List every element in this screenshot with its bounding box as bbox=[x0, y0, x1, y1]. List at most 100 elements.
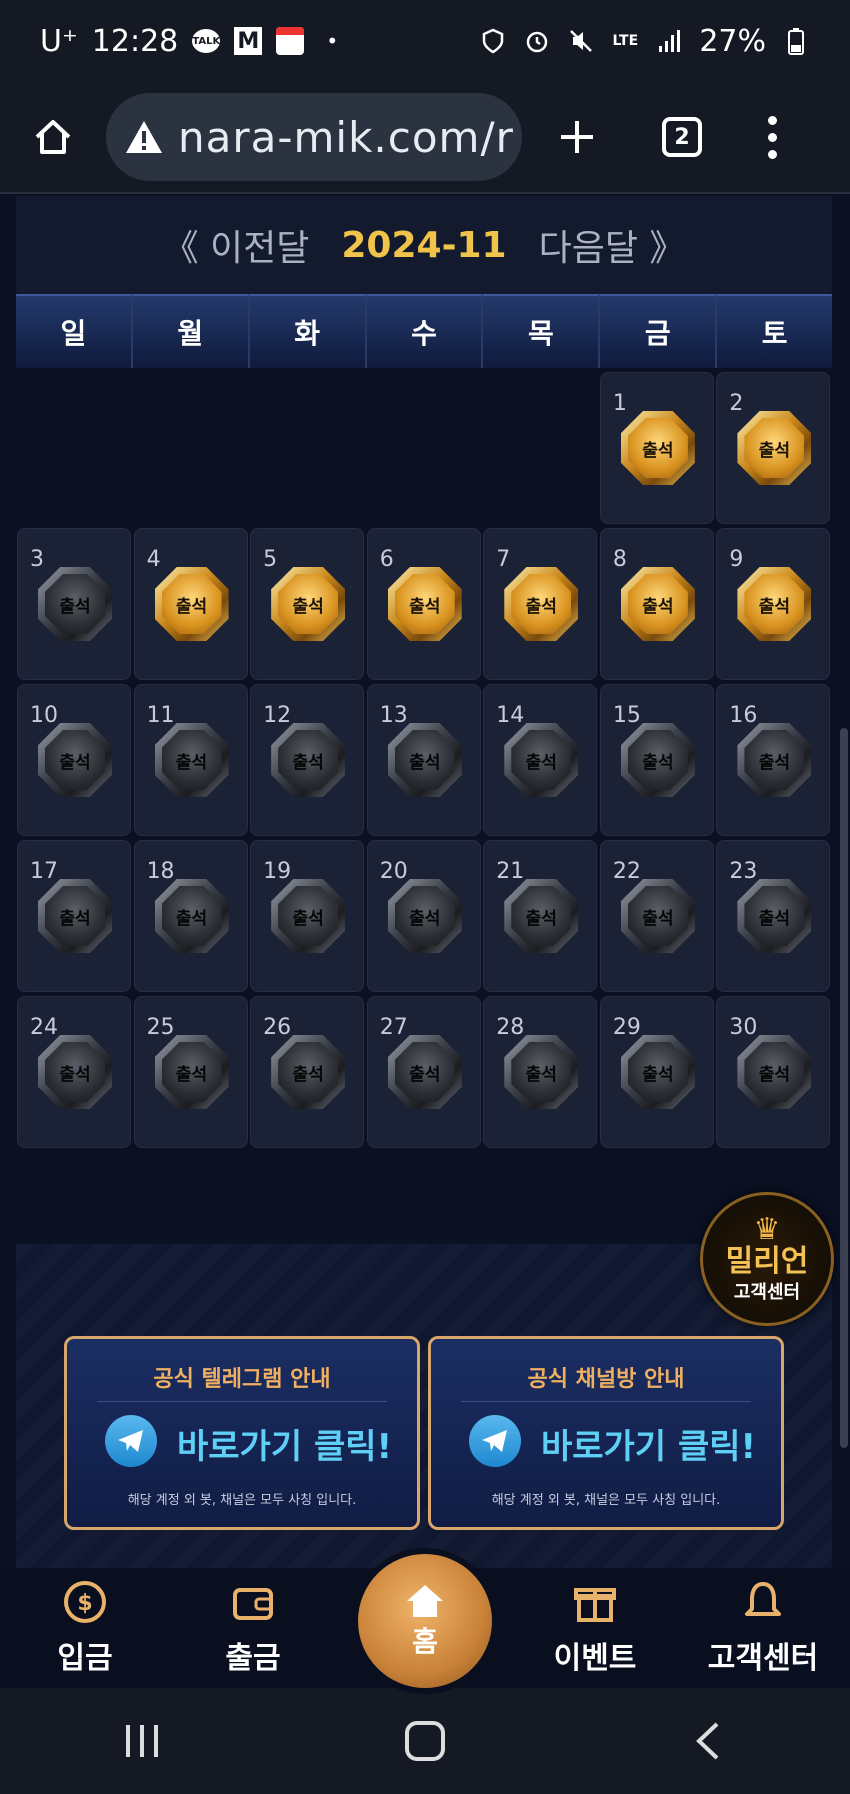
telegram-promo-card[interactable]: 공식 텔레그램 안내 바로가기 클릭! 해당 계정 외 봇, 채널은 모두 사칭… bbox=[64, 1336, 420, 1530]
menu-dot bbox=[767, 149, 777, 159]
nav-deposit[interactable]: $ 입금 bbox=[10, 1568, 160, 1688]
nav-label: 출금 bbox=[225, 1641, 281, 1676]
calendar-day-30[interactable]: 30 출석 bbox=[716, 996, 831, 1148]
promo-note: 해당 계정 외 봇, 채널은 모두 사칭 입니다. bbox=[127, 1493, 357, 1508]
calendar-day-15[interactable]: 15 출석 bbox=[599, 684, 714, 836]
calendar-day-19[interactable]: 19 출석 bbox=[250, 840, 365, 992]
url-bar[interactable]: nara-mik.com/r bbox=[106, 93, 522, 181]
nav-home-button[interactable]: 홈 bbox=[358, 1554, 492, 1688]
browser-menu-button[interactable] bbox=[732, 82, 812, 192]
calendar-day-9[interactable]: 9 출석 bbox=[716, 528, 831, 680]
promo-go-button[interactable]: 바로가기 클릭! bbox=[177, 1419, 392, 1468]
system-navigation bbox=[0, 1688, 850, 1794]
calendar-day-26[interactable]: 26 출석 bbox=[250, 996, 365, 1148]
channel-promo-card[interactable]: 공식 채널방 안내 바로가기 클릭! 해당 계정 외 봇, 채널은 모두 사칭 … bbox=[428, 1336, 784, 1530]
badge-frame: 출석 bbox=[737, 723, 812, 797]
next-month-button[interactable]: 다음달 》 bbox=[539, 219, 686, 271]
gmail-icon: M bbox=[234, 27, 263, 55]
promo-go-button[interactable]: 바로가기 클릭! bbox=[541, 1419, 756, 1468]
calendar-day-23[interactable]: 23 출석 bbox=[716, 840, 831, 992]
calendar-day-3[interactable]: 3 출석 bbox=[17, 528, 131, 680]
badge-frame: 출석 bbox=[154, 567, 229, 641]
browser-home-button[interactable] bbox=[0, 82, 106, 192]
customer-service-float-button[interactable]: ♛ 밀리언 고객센터 bbox=[700, 1192, 834, 1326]
nav-withdraw[interactable]: 출금 bbox=[178, 1568, 328, 1688]
calendar-day-27[interactable]: 27 출석 bbox=[366, 996, 481, 1148]
clock: 12:28 bbox=[91, 23, 179, 59]
attendance-gold-badge-icon: 출석 bbox=[154, 567, 229, 641]
gift-icon bbox=[572, 1579, 618, 1625]
calendar-day-22[interactable]: 22 출석 bbox=[599, 840, 714, 992]
page-scrollbar[interactable] bbox=[840, 728, 848, 1448]
calendar-day-1[interactable]: 1 출석 bbox=[599, 372, 714, 524]
browser-toolbar: nara-mik.com/r 2 bbox=[0, 82, 850, 194]
weekday-thu: 목 bbox=[483, 294, 601, 368]
promo-divider bbox=[97, 1401, 387, 1402]
nav-event[interactable]: 이벤트 bbox=[520, 1568, 670, 1688]
plus-icon bbox=[561, 121, 593, 153]
prev-month-button[interactable]: 《 이전달 bbox=[163, 219, 310, 271]
badge-label: 출석 bbox=[45, 730, 105, 790]
calendar-day-10[interactable]: 10 출석 bbox=[17, 684, 131, 836]
calendar-day-25[interactable]: 25 출석 bbox=[133, 996, 248, 1148]
talk-icon: TALK bbox=[192, 29, 221, 53]
attendance-gray-badge-icon: 출석 bbox=[620, 723, 695, 797]
nav-label: 이벤트 bbox=[553, 1641, 637, 1676]
current-month: 2024-11 bbox=[341, 224, 507, 266]
badge-frame: 출석 bbox=[737, 879, 812, 953]
back-button[interactable] bbox=[648, 1701, 768, 1781]
calendar-day-18[interactable]: 18 출석 bbox=[133, 840, 248, 992]
attendance-gold-badge-icon: 출석 bbox=[620, 411, 695, 485]
badge-label: 출석 bbox=[394, 730, 455, 790]
nav-label: 입금 bbox=[57, 1641, 113, 1676]
new-tab-button[interactable] bbox=[522, 82, 632, 192]
calendar-day-4[interactable]: 4 출석 bbox=[133, 528, 248, 680]
calendar-day-29[interactable]: 29 출석 bbox=[599, 996, 714, 1148]
nav-support[interactable]: 고객센터 bbox=[688, 1568, 838, 1688]
wallet-icon bbox=[230, 1579, 276, 1625]
badge-label: 출석 bbox=[394, 574, 455, 634]
month-navigation: 《 이전달 2024-11 다음달 》 bbox=[16, 196, 832, 294]
tab-switcher-button[interactable]: 2 bbox=[632, 82, 732, 192]
badge-label: 출석 bbox=[627, 418, 688, 478]
calendar-day-16[interactable]: 16 출석 bbox=[716, 684, 831, 836]
calendar-day-20[interactable]: 20 출석 bbox=[366, 840, 481, 992]
badge-label: 출석 bbox=[45, 1042, 105, 1102]
badge-label: 출석 bbox=[627, 574, 688, 634]
badge-label: 출석 bbox=[394, 886, 455, 946]
system-home-button[interactable] bbox=[365, 1701, 485, 1781]
calendar-day-14[interactable]: 14 출석 bbox=[483, 684, 598, 836]
badge-label: 출석 bbox=[511, 730, 572, 790]
calendar-day-11[interactable]: 11 출석 bbox=[133, 684, 248, 836]
battery-percent: 27% bbox=[699, 23, 766, 59]
weekday-wed: 수 bbox=[366, 294, 484, 368]
calendar-day-21[interactable]: 21 출석 bbox=[483, 840, 598, 992]
dot-icon: • bbox=[326, 29, 339, 53]
attendance-gray-badge-icon: 출석 bbox=[154, 1035, 229, 1109]
badge-label: 출석 bbox=[744, 1042, 805, 1102]
badge-label: 출석 bbox=[394, 1042, 455, 1102]
calendar-day-8[interactable]: 8 출석 bbox=[599, 528, 714, 680]
calendar-day-24[interactable]: 24 출석 bbox=[17, 996, 131, 1148]
weekday-sat: 토 bbox=[717, 294, 833, 368]
calendar-day-5[interactable]: 5 출석 bbox=[250, 528, 365, 680]
tab-count: 2 bbox=[662, 117, 702, 157]
calendar-day-13[interactable]: 13 출석 bbox=[366, 684, 481, 836]
calendar-day-28[interactable]: 28 출석 bbox=[483, 996, 598, 1148]
carrier-label: U⁺ bbox=[40, 23, 78, 59]
badge-frame: 출석 bbox=[271, 567, 346, 641]
calendar-day-12[interactable]: 12 출석 bbox=[250, 684, 365, 836]
badge-label: 출석 bbox=[511, 1042, 572, 1102]
warning-icon bbox=[126, 121, 162, 153]
badge-frame: 출석 bbox=[504, 567, 579, 641]
badge-frame: 출석 bbox=[154, 1035, 229, 1109]
badge-frame: 출석 bbox=[620, 567, 695, 641]
bell-icon bbox=[740, 1579, 786, 1625]
badge-frame: 출석 bbox=[504, 723, 579, 797]
badge-label: 출석 bbox=[744, 730, 805, 790]
calendar-day-6[interactable]: 6 출석 bbox=[366, 528, 481, 680]
calendar-day-2[interactable]: 2 출석 bbox=[716, 372, 831, 524]
calendar-day-17[interactable]: 17 출석 bbox=[17, 840, 131, 992]
calendar-day-7[interactable]: 7 출석 bbox=[483, 528, 598, 680]
recents-button[interactable] bbox=[82, 1701, 202, 1781]
